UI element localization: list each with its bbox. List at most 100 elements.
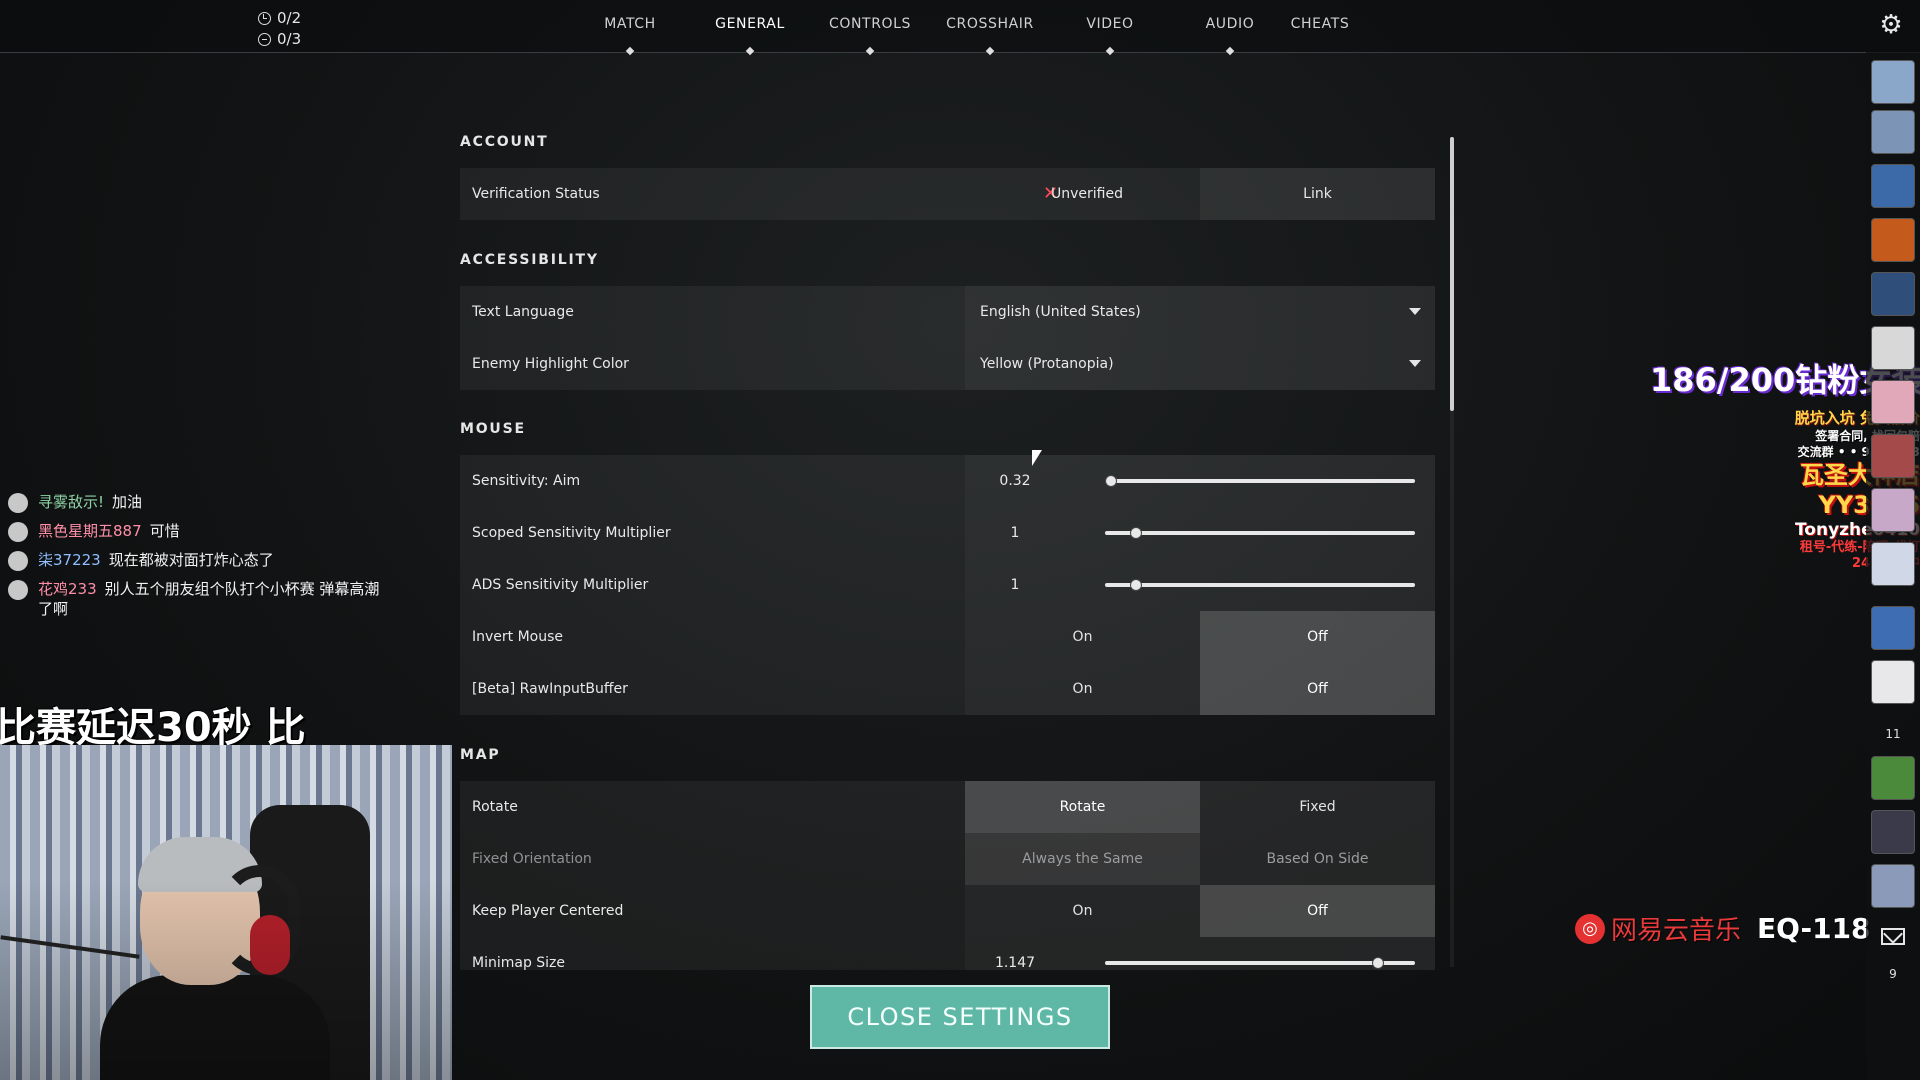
tab-general[interactable]: GENERAL [715,16,785,32]
tab-video[interactable]: VIDEO [1086,16,1133,32]
counter-first: 0/2 [277,9,302,27]
setting-row-rotate: Rotate Rotate Fixed [460,781,1435,833]
ads-sensitivity-slider[interactable] [1105,579,1415,591]
close-settings-button[interactable]: CLOSE SETTINGS [810,985,1110,1049]
avatar [8,580,28,600]
dropdown-value: English (United States) [980,304,1141,320]
keep-centered-on-button[interactable]: On [965,885,1200,937]
map-fixed-button[interactable]: Fixed [1200,781,1435,833]
toggle-cell: On Off [965,611,1435,663]
netease-code: EQ-118 [1757,912,1871,945]
netease-brand: 网易云音乐 [1611,916,1742,946]
orientation-based-on-side-button[interactable]: Based On Side [1200,833,1435,885]
scoped-sensitivity-slider[interactable] [1105,527,1415,539]
setting-row-rawinputbuffer: [Beta] RawInputBuffer On Off [460,663,1435,715]
keep-centered-off-button[interactable]: Off [1200,885,1435,937]
webcam-feed [0,745,452,1080]
chat-username: 黑色星期五887 [38,522,142,540]
avatar [8,522,28,542]
scrollbar-thumb[interactable] [1450,137,1454,411]
toggle-cell: On Off [965,663,1435,715]
settings-panel: ACCOUNT Verification Status ✕ Unverified… [460,130,1435,970]
chat-text: 可惜 [149,522,180,540]
setting-label: Enemy Highlight Color [472,356,629,372]
rawinput-off-button[interactable]: Off [1200,663,1435,715]
slider-thumb[interactable] [1130,527,1142,539]
friend-avatar[interactable] [1871,542,1915,586]
ads-sensitivity-input[interactable]: 1 [965,559,1065,611]
friend-avatar[interactable] [1871,488,1915,532]
friend-avatar[interactable] [1871,164,1915,208]
toggle-cell: Rotate Fixed [965,781,1435,833]
caret-down-icon [1409,308,1421,315]
verification-status-value: Unverified [1051,186,1123,202]
friend-avatar[interactable] [1871,380,1915,424]
friend-avatar[interactable] [1871,60,1915,104]
netease-music-badge: ◎ 网易云音乐 EQ-118 [1575,910,1871,947]
tab-crosshair[interactable]: CROSSHAIR [946,16,1034,32]
netease-logo-icon: ◎ [1575,913,1605,944]
setting-label: Fixed Orientation [472,851,592,867]
chat-username: 柒37223 [38,551,101,569]
sensitivity-aim-slider[interactable] [1105,475,1415,487]
setting-label: Invert Mouse [472,629,564,645]
tab-indicator-dot [865,46,875,56]
chat-username: 寻雾敌示! [38,493,105,511]
friend-avatar[interactable] [1871,272,1915,316]
friend-avatar[interactable] [1871,326,1915,370]
counter-row: 0/2 [258,8,301,29]
scoped-sensitivity-input[interactable]: 1 [965,507,1065,559]
tab-indicator-dot [625,46,635,56]
friend-avatar[interactable] [1871,110,1915,154]
invert-mouse-on-button[interactable]: On [965,611,1200,663]
tab-cheats[interactable]: CHEATS [1291,16,1350,32]
orientation-always-same-button[interactable]: Always the Same [965,833,1200,885]
minimap-size-input[interactable]: 1.147 [965,937,1065,970]
tab-match[interactable]: MATCH [604,16,656,32]
sensitivity-aim-input[interactable]: 0.32 [965,455,1065,507]
text-language-dropdown[interactable]: English (United States) [965,286,1435,338]
slider-cell: 1 [965,559,1435,611]
enemy-highlight-dropdown[interactable]: Yellow (Protanopia) [965,338,1435,390]
setting-row-scoped-sensitivity: Scoped Sensitivity Multiplier 1 [460,507,1435,559]
setting-row-enemy-highlight: Enemy Highlight Color Yellow (Protanopia… [460,338,1435,390]
section-title-account: ACCOUNT [460,134,549,150]
gear-icon[interactable]: ⚙ [1878,12,1904,38]
friend-avatar[interactable] [1871,218,1915,262]
tab-indicator-dot [985,46,995,56]
friends-sidebar: 11 9 [1866,52,1920,1080]
avatar [8,551,28,571]
invert-mouse-off-button[interactable]: Off [1200,611,1435,663]
minimap-size-slider[interactable] [1105,957,1415,969]
section-title-mouse: MOUSE [460,421,526,437]
rawinput-on-button[interactable]: On [965,663,1200,715]
map-rotate-button[interactable]: Rotate [965,781,1200,833]
toggle-cell: On Off [965,885,1435,937]
setting-label: ADS Sensitivity Multiplier [472,577,649,593]
tab-controls[interactable]: CONTROLS [829,16,911,32]
webcam-shade [0,745,452,1080]
setting-label: Verification Status [472,186,600,202]
dropdown-value: Yellow (Protanopia) [980,356,1114,372]
slider-thumb[interactable] [1105,475,1118,487]
friend-avatar[interactable] [1871,434,1915,478]
friend-avatar[interactable] [1871,810,1915,854]
tab-audio[interactable]: AUDIO [1206,16,1255,32]
friend-avatar[interactable] [1871,756,1915,800]
toggle-cell: Always the Same Based On Side [965,833,1435,885]
setting-row-minimap-size: Minimap Size 1.147 [460,937,1435,970]
chat-message: 寻雾敌示! 加油 [8,492,388,513]
friend-avatar[interactable] [1871,606,1915,650]
mail-icon[interactable] [1881,928,1905,945]
slider-thumb[interactable] [1371,957,1384,969]
tab-indicator-dot [1225,46,1235,56]
slider-cell: 1.147 [965,937,1435,970]
link-account-button[interactable]: Link [1200,168,1435,220]
setting-row-sensitivity-aim: Sensitivity: Aim 0.32 [460,455,1435,507]
friend-avatar[interactable] [1871,660,1915,704]
friend-avatar[interactable] [1871,864,1915,908]
slider-thumb[interactable] [1130,579,1142,591]
chat-username: 花鸡233 [38,580,97,598]
settings-scrollbar[interactable] [1450,137,1454,967]
chat-text: 现在都被对面打炸心态了 [108,551,274,569]
